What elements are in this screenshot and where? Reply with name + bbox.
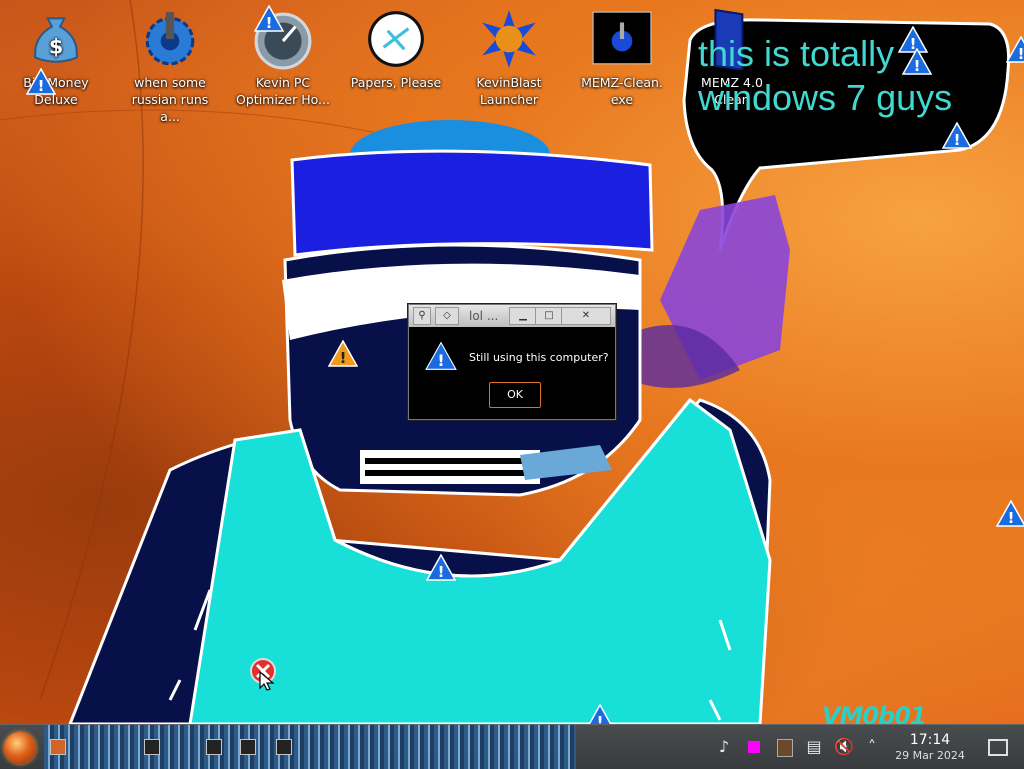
app-icon[interactable] xyxy=(144,739,160,755)
mouse-cursor-icon xyxy=(259,670,275,691)
app-icon[interactable] xyxy=(774,737,794,757)
svg-text:!: ! xyxy=(437,351,444,370)
desktop: $ Big Money Deluxe when some russian run… xyxy=(0,0,1024,724)
taskbar: ♪ ▤ 🔇 ˄ 17:14 29 Mar 2024 xyxy=(0,724,1024,769)
notifications-icon[interactable]: ♪ xyxy=(714,737,734,757)
warning-icon: ! xyxy=(254,5,284,32)
app-icon[interactable] xyxy=(50,739,66,755)
dialog-message: Still using this computer? xyxy=(469,351,609,364)
app-icon[interactable] xyxy=(240,739,256,755)
watermark-text: VM0b01 xyxy=(822,702,927,724)
task-manager-strip[interactable] xyxy=(44,725,576,769)
warning-icon: ! xyxy=(902,48,932,75)
blast-icon xyxy=(482,10,536,68)
blue-gear-icon xyxy=(145,12,195,66)
papers-please-icon xyxy=(368,11,424,67)
desktop-icon-big-money[interactable]: $ Big Money Deluxe xyxy=(6,8,106,108)
close-button[interactable]: ✕ xyxy=(561,307,611,325)
dialog-title: lol ... xyxy=(469,309,499,323)
svg-text:!: ! xyxy=(597,713,604,724)
warning-icon: ! xyxy=(426,554,456,581)
memz-icon xyxy=(592,11,652,65)
pin-icon[interactable]: ⚲ xyxy=(413,307,431,325)
desktop-icon-label: MEMZ-Clean. exe xyxy=(581,75,663,107)
show-desktop-icon[interactable] xyxy=(988,739,1008,756)
desktop-icon-russian[interactable]: when some russian runs a... xyxy=(120,8,220,125)
app-icon[interactable] xyxy=(276,739,292,755)
speech-bubble-text: this is totally windows 7 guys xyxy=(698,33,953,118)
svg-text:!: ! xyxy=(954,131,961,149)
keep-above-button[interactable]: ◇ xyxy=(435,307,459,325)
clipboard-icon[interactable]: ▤ xyxy=(804,737,824,757)
svg-text:!: ! xyxy=(38,77,45,95)
warning-icon: ! xyxy=(942,122,972,149)
ok-button[interactable]: OK xyxy=(489,382,541,408)
svg-text:!: ! xyxy=(1018,45,1024,63)
clock-time[interactable]: 17:14 xyxy=(888,732,972,748)
start-orb-icon[interactable] xyxy=(4,732,36,764)
desktop-icon-label: when some russian runs a... xyxy=(131,75,209,124)
svg-text:!: ! xyxy=(438,563,445,581)
dialog-titlebar[interactable]: ⚲ ◇ lol ... ▁ □ ✕ xyxy=(409,305,615,327)
warning-icon: ! xyxy=(588,704,612,724)
warning-icon: ! xyxy=(996,500,1024,527)
desktop-icon-papers-please[interactable]: Papers, Please xyxy=(346,8,446,91)
minimize-button[interactable]: ▁ xyxy=(509,307,537,325)
desktop-icon-label: KevinBlast Launcher xyxy=(476,75,542,107)
volume-muted-icon[interactable]: 🔇 xyxy=(834,737,854,757)
svg-text:!: ! xyxy=(340,349,347,367)
money-bag-icon: $ xyxy=(34,17,78,63)
svg-text:!: ! xyxy=(1008,509,1015,527)
color-square-icon[interactable] xyxy=(744,737,764,757)
svg-text:$: $ xyxy=(49,34,63,58)
svg-text:!: ! xyxy=(266,14,273,32)
chevron-up-icon[interactable]: ˄ xyxy=(862,737,882,757)
warning-icon: ! xyxy=(1006,36,1024,63)
warning-icon: ! xyxy=(328,340,358,367)
desktop-icon-memz-clean-exe[interactable]: MEMZ-Clean. exe xyxy=(572,8,672,108)
clock-date[interactable]: 29 Mar 2024 xyxy=(888,749,972,762)
app-icon[interactable] xyxy=(206,739,222,755)
desktop-icon-kevinblast[interactable]: KevinBlast Launcher xyxy=(459,8,559,108)
svg-text:!: ! xyxy=(914,57,921,75)
maximize-button[interactable]: □ xyxy=(535,307,563,325)
desktop-icon-label: Kevin PC Optimizer Ho... xyxy=(236,75,330,107)
desktop-icon-label: Papers, Please xyxy=(350,75,442,90)
message-dialog: ⚲ ◇ lol ... ▁ □ ✕ ! Still using this com… xyxy=(408,304,616,420)
warning-icon: ! xyxy=(425,341,457,370)
warning-icon: ! xyxy=(26,68,56,95)
